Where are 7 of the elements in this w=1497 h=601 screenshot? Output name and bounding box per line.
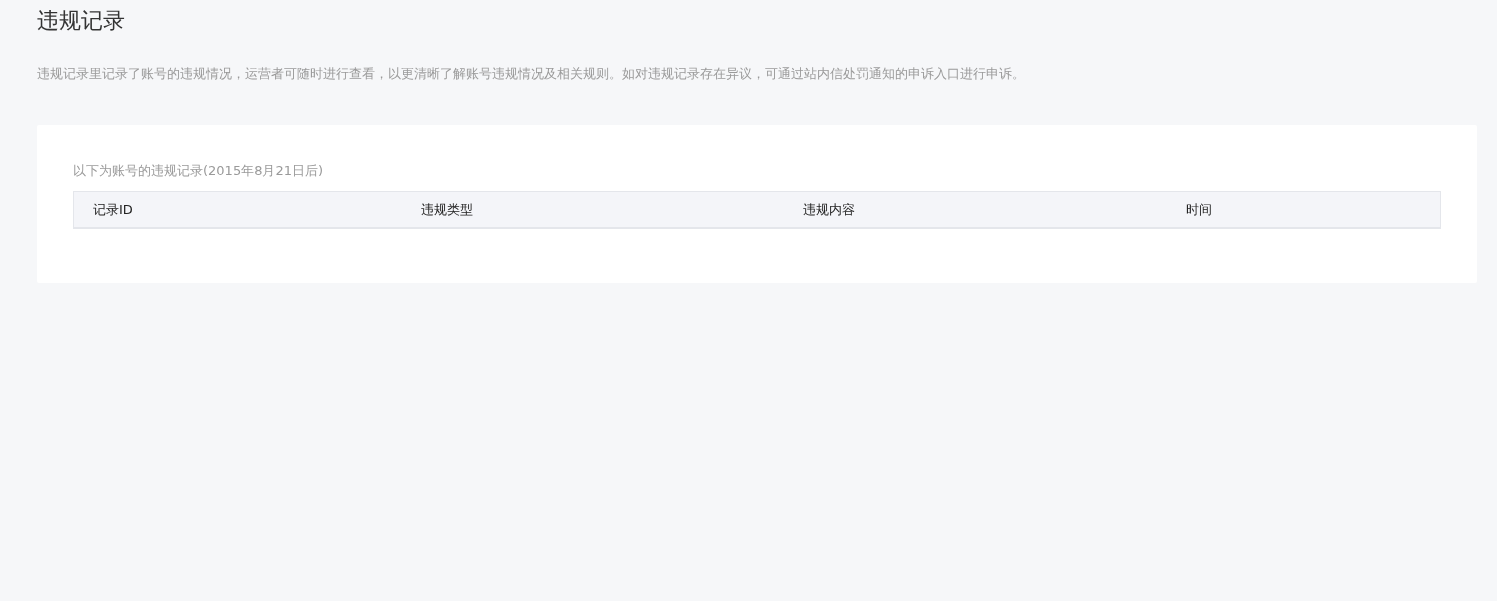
table-caption: 以下为账号的违规记录(2015年8月21日后) bbox=[73, 162, 325, 180]
column-header: 时间 bbox=[1167, 191, 1441, 228]
column-header: 违规内容 bbox=[784, 191, 1168, 228]
column-header: 违规类型 bbox=[401, 191, 785, 228]
column-header: 记录ID bbox=[73, 191, 402, 228]
page-description: 违规记录里记录了账号的违规情况，运营者可随时进行查看，以更清晰了解账号违规情况及相关规则。如对违规记录存在异议，可通过站内信处罚通知的申诉入口进行申诉。 bbox=[37, 65, 1026, 83]
page-title: 违规记录 bbox=[37, 7, 126, 35]
